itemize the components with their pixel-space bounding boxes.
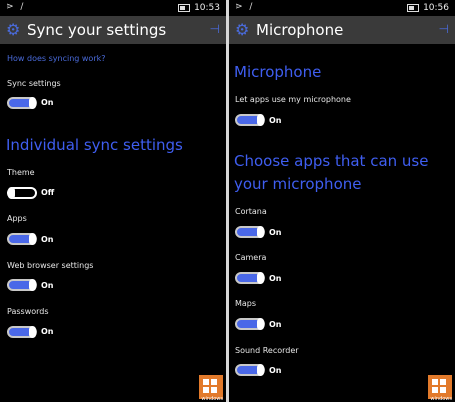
- gear-icon: ⚙: [235, 20, 250, 39]
- status-right: 10:56: [407, 3, 449, 13]
- apps-state: On: [41, 235, 54, 244]
- signal-icon: ⋗ ∕: [6, 2, 26, 12]
- sound-recorder-state: On: [269, 366, 282, 375]
- web-browser-state: On: [41, 281, 54, 290]
- page-title: Microphone: [256, 21, 344, 39]
- passwords-state: On: [41, 327, 54, 336]
- battery-icon: [178, 4, 191, 12]
- let-apps-state: On: [269, 116, 282, 125]
- theme-state: Off: [41, 188, 55, 197]
- apps-toggle[interactable]: [7, 233, 37, 245]
- camera-state: On: [269, 274, 282, 283]
- page-title: Sync your settings: [27, 21, 167, 39]
- sync-settings-state: On: [41, 98, 54, 107]
- signal-icon: ⋗ ∕: [235, 2, 255, 12]
- status-right: 10:53: [178, 3, 220, 13]
- pin-icon[interactable]: ⊣: [210, 22, 220, 36]
- sync-settings-toggle[interactable]: [7, 97, 37, 109]
- clock: 10:53: [194, 3, 220, 13]
- toggle-knob: [29, 233, 36, 245]
- toggle-knob: [257, 226, 264, 238]
- web-browser-label: Web browser settings: [7, 261, 94, 270]
- gear-icon: ⚙: [6, 20, 21, 39]
- cortana-state: On: [269, 228, 282, 237]
- toggle-knob: [8, 187, 15, 199]
- microphone-screen: ⋗ ∕ 10:56 ⚙ Microphone ⊣ Microphone Let …: [229, 0, 455, 402]
- toggle-knob: [29, 279, 36, 291]
- passwords-label: Passwords: [7, 307, 49, 316]
- toggle-knob: [257, 114, 264, 126]
- camera-toggle[interactable]: [235, 272, 265, 284]
- sync-settings-screen: ⋗ ∕ 10:53 ⚙ Sync your settings ⊣ How doe…: [0, 0, 226, 402]
- pin-icon[interactable]: ⊣: [439, 22, 449, 36]
- status-bar: ⋗ ∕ 10:53: [0, 0, 226, 16]
- clock: 10:56: [423, 3, 449, 13]
- sound-recorder-toggle[interactable]: [235, 364, 265, 376]
- how-syncing-link[interactable]: How does syncing work?: [7, 54, 106, 63]
- watermark-text: windows: [430, 396, 452, 402]
- toggle-knob: [257, 364, 264, 376]
- apps-label: Apps: [7, 214, 27, 223]
- passwords-toggle[interactable]: [7, 326, 37, 338]
- cortana-label: Cortana: [235, 207, 267, 216]
- theme-toggle[interactable]: [7, 187, 37, 199]
- sound-recorder-label: Sound Recorder: [235, 346, 299, 355]
- watermark-text: windows: [201, 396, 223, 402]
- camera-label: Camera: [235, 253, 267, 262]
- page-header: ⚙ Microphone ⊣: [229, 16, 455, 44]
- toggle-knob: [257, 318, 264, 330]
- apps-section-title: Choose apps that can use your microphone: [234, 152, 429, 193]
- theme-label: Theme: [7, 168, 35, 177]
- maps-toggle[interactable]: [235, 318, 265, 330]
- let-apps-label: Let apps use my microphone: [235, 95, 351, 104]
- maps-label: Maps: [235, 299, 257, 308]
- section-title: Individual sync settings: [6, 136, 183, 154]
- web-browser-toggle[interactable]: [7, 279, 37, 291]
- cortana-toggle[interactable]: [235, 226, 265, 238]
- battery-icon: [407, 4, 420, 12]
- sync-settings-label: Sync settings: [7, 79, 61, 88]
- toggle-knob: [29, 326, 36, 338]
- toggle-knob: [257, 272, 264, 284]
- status-bar: ⋗ ∕ 10:56: [229, 0, 455, 16]
- toggle-knob: [29, 97, 36, 109]
- let-apps-toggle[interactable]: [235, 114, 265, 126]
- maps-state: On: [269, 320, 282, 329]
- page-header: ⚙ Sync your settings ⊣: [0, 16, 226, 44]
- section-title: Microphone: [234, 63, 322, 81]
